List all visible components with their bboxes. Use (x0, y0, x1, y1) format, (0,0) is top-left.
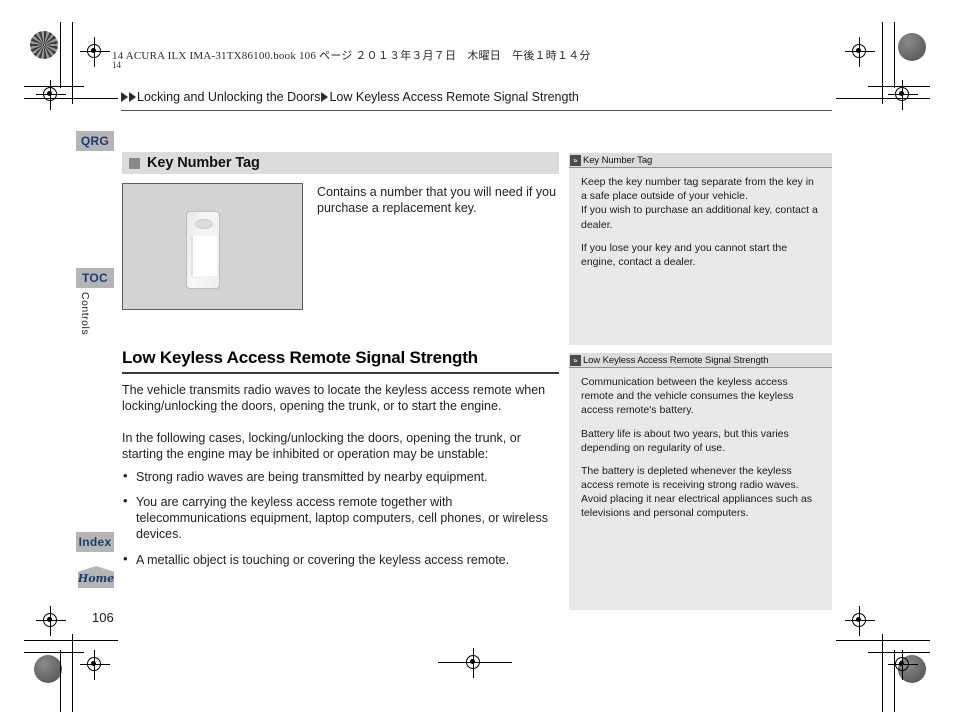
crop-mark (72, 22, 74, 104)
registration-color-target-bottom-right (898, 655, 926, 683)
registration-mark-bottom-center (459, 648, 489, 678)
breadcrumb-item-parent[interactable]: Locking and Unlocking the Doors (137, 90, 320, 104)
crop-mark (836, 640, 930, 642)
crop-mark (894, 650, 896, 712)
breadcrumb-item-current[interactable]: Low Keyless Access Remote Signal Strengt… (329, 90, 578, 104)
registration-mark-top-left (80, 37, 110, 67)
sidebar-tab-index[interactable]: Index (76, 532, 114, 552)
registration-mark-right-upper (888, 80, 918, 110)
main-content: Key Number Tag Contains a number that yo… (122, 152, 559, 577)
article-leadin-paragraph: In the following cases, locking/unlockin… (122, 431, 521, 462)
list-item: Strong radio waves are being transmitted… (122, 468, 559, 485)
info-panel-heading-text: Low Keyless Access Remote Signal Strengt… (583, 354, 769, 366)
info-paragraph: The battery is depleted whenever the key… (581, 464, 812, 520)
info-panel-body: Keep the key number tag separate from th… (569, 168, 832, 278)
info-panel-key-number-tag: » Key Number Tag Keep the key number tag… (569, 153, 832, 345)
registration-color-target-bottom-left (34, 655, 62, 683)
key-tag-label-area (191, 236, 217, 276)
registration-mark-bottom-left (80, 650, 110, 680)
breadcrumb-arrow-icon (129, 92, 136, 102)
figure-row: Contains a number that you will need if … (122, 183, 559, 310)
article-bullet-list: Strong radio waves are being transmitted… (122, 468, 559, 568)
breadcrumb: Locking and Unlocking the Doors Low Keyl… (121, 90, 831, 104)
key-tag-shape-icon (186, 211, 220, 289)
crop-mark (24, 652, 84, 654)
page-title-divider (122, 372, 559, 374)
registration-mark-right-lower (845, 606, 875, 636)
list-item: A metallic object is touching or coverin… (122, 551, 559, 568)
crop-mark (60, 650, 62, 712)
crop-mark (894, 22, 896, 88)
sidebar-tab-home[interactable]: Home (78, 566, 114, 588)
info-panel-body: Communication between the keyless access… (569, 368, 832, 530)
figure-caption: Contains a number that you will need if … (317, 185, 557, 215)
info-panel-heading-text: Key Number Tag (583, 154, 653, 166)
crop-mark (438, 662, 512, 664)
double-chevron-icon: » (570, 354, 581, 366)
crop-mark (868, 652, 930, 654)
article-intro-paragraph: The vehicle transmits radio waves to loc… (122, 382, 546, 413)
sidebar-tab-qrg[interactable]: QRG (76, 131, 114, 151)
info-paragraph: Communication between the keyless access… (581, 376, 794, 417)
sidebar-tab-toc[interactable]: TOC (76, 268, 114, 288)
chapter-label: Controls (79, 292, 91, 336)
crop-mark (882, 634, 884, 712)
crop-mark (72, 634, 74, 712)
registration-mark-left-upper (36, 80, 66, 110)
crop-mark (60, 22, 62, 88)
double-chevron-icon: » (570, 154, 581, 166)
page-title: Low Keyless Access Remote Signal Strengt… (122, 348, 478, 367)
crop-mark (836, 98, 930, 100)
registration-mark-top-right (845, 37, 875, 67)
info-panel-header: » Key Number Tag (569, 153, 832, 168)
registration-mark-left-lower (36, 606, 66, 636)
breadcrumb-divider (121, 110, 832, 111)
crop-mark (868, 86, 930, 88)
registration-color-target-top-left (30, 31, 58, 59)
registration-color-target-top-right (898, 33, 926, 61)
print-job-header: 14 ACURA ILX IMA-31TX86100.book 106 ページ … (112, 50, 591, 62)
key-number-tag-illustration (122, 183, 303, 310)
crop-mark (24, 86, 84, 88)
info-panel-header: » Low Keyless Access Remote Signal Stren… (569, 353, 832, 368)
sidebar-tab-home-label: Home (77, 572, 115, 585)
registration-mark-bottom-right (888, 650, 918, 680)
key-tag-hole-icon (195, 219, 213, 229)
section-heading-text: Key Number Tag (147, 155, 260, 171)
crop-mark (882, 22, 884, 104)
crop-mark (24, 640, 118, 642)
breadcrumb-arrow-icon (121, 92, 128, 102)
list-item: You are carrying the keyless access remo… (122, 493, 559, 543)
crop-mark (24, 98, 118, 100)
info-paragraph: Battery life is about two years, but thi… (581, 427, 789, 454)
page-number: 106 (92, 610, 114, 625)
info-paragraph: Keep the key number tag separate from th… (581, 176, 814, 203)
breadcrumb-arrow-icon (321, 92, 329, 102)
info-paragraph: If you wish to purchase an additional ke… (581, 204, 818, 231)
info-panel-signal-strength: » Low Keyless Access Remote Signal Stren… (569, 353, 832, 610)
section-heading: Key Number Tag (122, 152, 559, 174)
section-bullet-icon (129, 157, 140, 169)
info-paragraph: If you lose your key and you cannot star… (581, 241, 788, 268)
info-sidebar: » Key Number Tag Keep the key number tag… (569, 153, 832, 610)
